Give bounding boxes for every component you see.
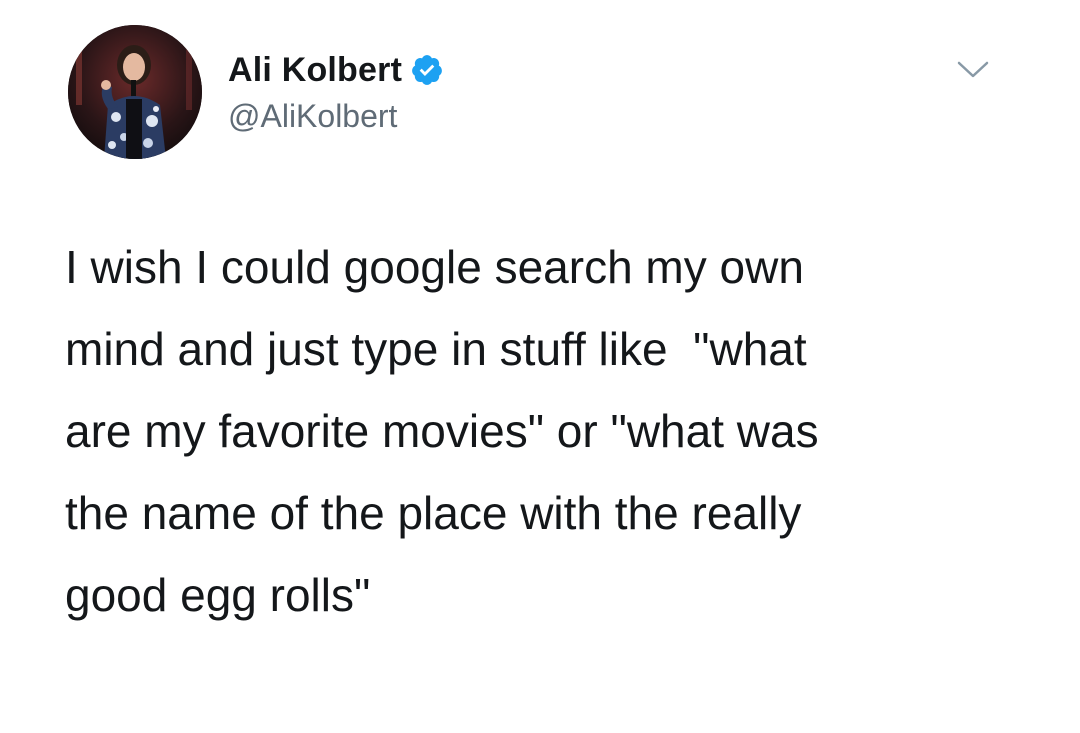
author-avatar[interactable] xyxy=(68,25,202,159)
verified-badge-icon xyxy=(410,53,444,87)
tweet-card: Ali Kolbert @AliKolbert I wish I could g… xyxy=(0,0,1080,733)
profile-photo-icon xyxy=(68,25,202,159)
chevron-down-icon[interactable] xyxy=(955,58,991,82)
tweet-text-line: I wish I could google search my own xyxy=(65,241,804,293)
tweet-text: I wish I could google search my own mind… xyxy=(65,226,1005,636)
tweet-text-line: are my favorite movies" or "what was xyxy=(65,405,819,457)
author-handle[interactable]: @AliKolbert xyxy=(228,98,397,135)
tweet-text-line: mind and just type in stuff like "what xyxy=(65,323,807,375)
tweet-text-line: the name of the place with the really xyxy=(65,487,802,539)
author-display-name[interactable]: Ali Kolbert xyxy=(228,51,402,90)
author-name-row: Ali Kolbert xyxy=(228,48,444,92)
tweet-text-line: good egg rolls" xyxy=(65,569,371,621)
